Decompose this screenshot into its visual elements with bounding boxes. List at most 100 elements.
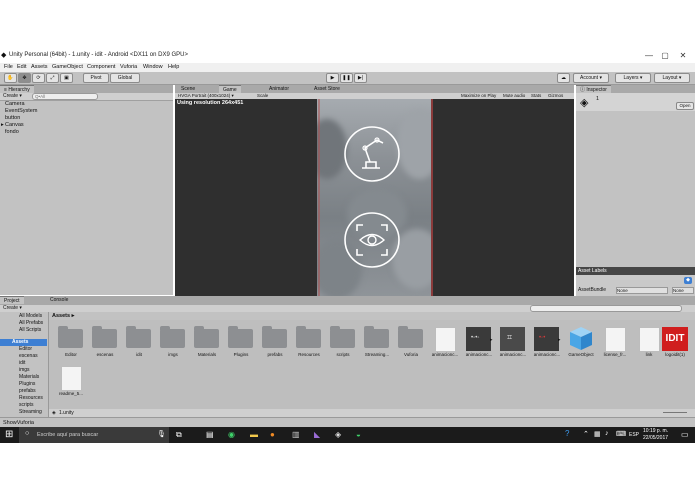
cloud-icon[interactable]: ☁ [557, 73, 570, 83]
language-indicator[interactable]: ESP [629, 432, 639, 438]
menu-component[interactable]: Component [87, 64, 115, 70]
scale-tool-button[interactable]: ⤢ [46, 73, 59, 83]
maximize-on-play-toggle[interactable]: Maximize on Play [461, 93, 496, 98]
open-button[interactable]: Open [676, 102, 694, 110]
tab-scene[interactable]: Scene [177, 85, 199, 93]
store-icon[interactable]: ▤ [206, 430, 214, 439]
favorite-item[interactable]: All Scripts [19, 327, 41, 333]
hierarchy-item[interactable]: fondo [5, 129, 19, 135]
hierarchy-search-input[interactable] [32, 93, 98, 100]
menu-vuforia[interactable]: Vuforia [120, 64, 137, 70]
menu-window[interactable]: Window [143, 64, 163, 70]
hierarchy-item[interactable]: button [5, 115, 20, 121]
help-tray-icon[interactable]: ? [565, 429, 569, 438]
tree-folder[interactable]: Plugins [19, 381, 35, 387]
breadcrumb-assets: Assets [52, 313, 71, 319]
inspector-tabbar: ⓘ Inspector [576, 85, 695, 93]
microphone-icon[interactable]: 🎙 [157, 430, 166, 438]
step-button[interactable]: ▶| [354, 73, 367, 83]
tab-game[interactable]: Game [219, 85, 241, 93]
tab-hierarchy[interactable]: ≡ Hierarchy [0, 85, 34, 93]
taskbar-search-box[interactable]: ○ Escribe aquí para buscar 🎙 [19, 427, 169, 443]
visual-studio-icon[interactable]: ◣ [314, 430, 320, 439]
layers-label: Layers [623, 75, 639, 81]
hierarchy-item[interactable]: Canvas [5, 122, 24, 128]
layout-dropdown[interactable]: Layout ▾ [654, 73, 690, 83]
gizmos-toggle[interactable]: Gizmos [548, 93, 563, 98]
notes-icon[interactable]: ▥ [292, 430, 300, 439]
stats-toggle[interactable]: Stats [531, 93, 541, 98]
tab-asset-store[interactable]: Asset Store [310, 85, 344, 93]
resolution-label: HVGA Portrait (400x1024) [178, 93, 231, 98]
tree-folder[interactable]: escenas [19, 353, 38, 359]
asset-label: Resources [298, 352, 320, 357]
play-button[interactable]: ▶ [326, 73, 339, 83]
tree-folder[interactable]: Editor [19, 346, 32, 352]
tree-folder[interactable]: Materials [19, 374, 39, 380]
clock-time[interactable]: 10:19 p. m. [643, 428, 668, 434]
global-toggle[interactable]: Global [110, 73, 140, 83]
unity-taskbar-icon[interactable]: ◈ [335, 430, 341, 439]
tab-console[interactable]: Console [46, 296, 72, 304]
tree-folder[interactable]: Streaming [19, 409, 42, 415]
favorite-item[interactable]: All Prefabs [19, 320, 43, 326]
robot-arm-button-icon[interactable] [343, 125, 401, 183]
move-tool-button[interactable]: ✥ [18, 73, 31, 83]
clock-date[interactable]: 22/05/2017 [643, 435, 668, 441]
notifications-icon[interactable]: ▭ [681, 430, 689, 439]
minimize-button[interactable]: — [643, 51, 655, 61]
menu-assets[interactable]: Assets [31, 64, 48, 70]
breadcrumb[interactable]: Assets ▸ [52, 313, 74, 319]
tree-folder[interactable]: idit [19, 360, 25, 366]
project-search-input[interactable] [530, 305, 682, 312]
icon-size-slider[interactable] [663, 412, 687, 413]
rotate-tool-button[interactable]: ⟳ [32, 73, 45, 83]
volume-icon[interactable]: ♪ [605, 430, 609, 437]
tree-folder[interactable]: imgs [19, 367, 30, 373]
hierarchy-item[interactable]: EventSystem [5, 108, 37, 114]
file-explorer-icon[interactable]: ▬ [250, 430, 258, 439]
tree-root-assets[interactable]: Assets [12, 339, 28, 345]
tree-folder[interactable]: Resources [19, 395, 43, 401]
keyboard-icon[interactable]: ⌨ [616, 430, 626, 438]
whatsapp-icon[interactable]: ◉ [228, 430, 235, 439]
tree-folder[interactable]: prefabs [19, 388, 36, 394]
favorite-item[interactable]: All Models [19, 313, 42, 319]
mute-audio-toggle[interactable]: Mute audio [503, 93, 525, 98]
tab-project[interactable]: Project [0, 296, 24, 304]
tray-expand-icon[interactable]: ⌃ [583, 430, 589, 438]
label-tag-icon[interactable]: ◆ [684, 277, 692, 284]
firefox-icon[interactable]: ● [270, 430, 275, 439]
animation-thumbnail-icon: ⌗ [500, 327, 525, 351]
folder-icon [228, 326, 253, 348]
android-icon[interactable]: ◒ [356, 430, 361, 439]
pause-button[interactable]: ❚❚ [340, 73, 353, 83]
task-view-icon[interactable]: ⧉ [176, 430, 182, 440]
pivot-toggle[interactable]: Pivot [83, 73, 109, 83]
close-button[interactable]: ✕ [677, 51, 689, 61]
account-dropdown[interactable]: Account ▾ [573, 73, 609, 83]
hierarchy-item[interactable]: Camera [5, 101, 25, 107]
eye-scan-button-icon[interactable] [343, 211, 401, 269]
menu-file[interactable]: File [4, 64, 13, 70]
tab-inspector[interactable]: ⓘ Inspector [576, 85, 611, 93]
menu-help[interactable]: Help [168, 64, 179, 70]
tab-animator[interactable]: Animator [265, 85, 293, 93]
assetbundle-variant-dropdown[interactable]: None [672, 287, 694, 294]
document-icon [435, 327, 456, 352]
layers-dropdown[interactable]: Layers ▾ [615, 73, 651, 83]
rect-tool-button[interactable]: ▣ [60, 73, 73, 83]
menu-edit[interactable]: Edit [17, 64, 26, 70]
hand-tool-button[interactable]: ✋ [4, 73, 17, 83]
windows-start-icon[interactable]: ⊞ [5, 429, 13, 441]
tree-folder[interactable]: scripts [19, 402, 33, 408]
hierarchy-create-button[interactable]: Create ▾ [3, 93, 22, 99]
assetbundle-dropdown[interactable]: None [616, 287, 668, 294]
menu-gameobject[interactable]: GameObject [52, 64, 83, 70]
expand-arrow-icon[interactable]: ▸ [558, 337, 561, 343]
expand-arrow-icon[interactable]: ▸ [1, 122, 4, 128]
expand-arrow-icon[interactable]: ▸ [490, 337, 493, 343]
project-create-button[interactable]: Create ▾ [3, 305, 22, 311]
network-icon[interactable]: ▦ [594, 430, 601, 438]
maximize-button[interactable]: ▢ [659, 51, 671, 61]
